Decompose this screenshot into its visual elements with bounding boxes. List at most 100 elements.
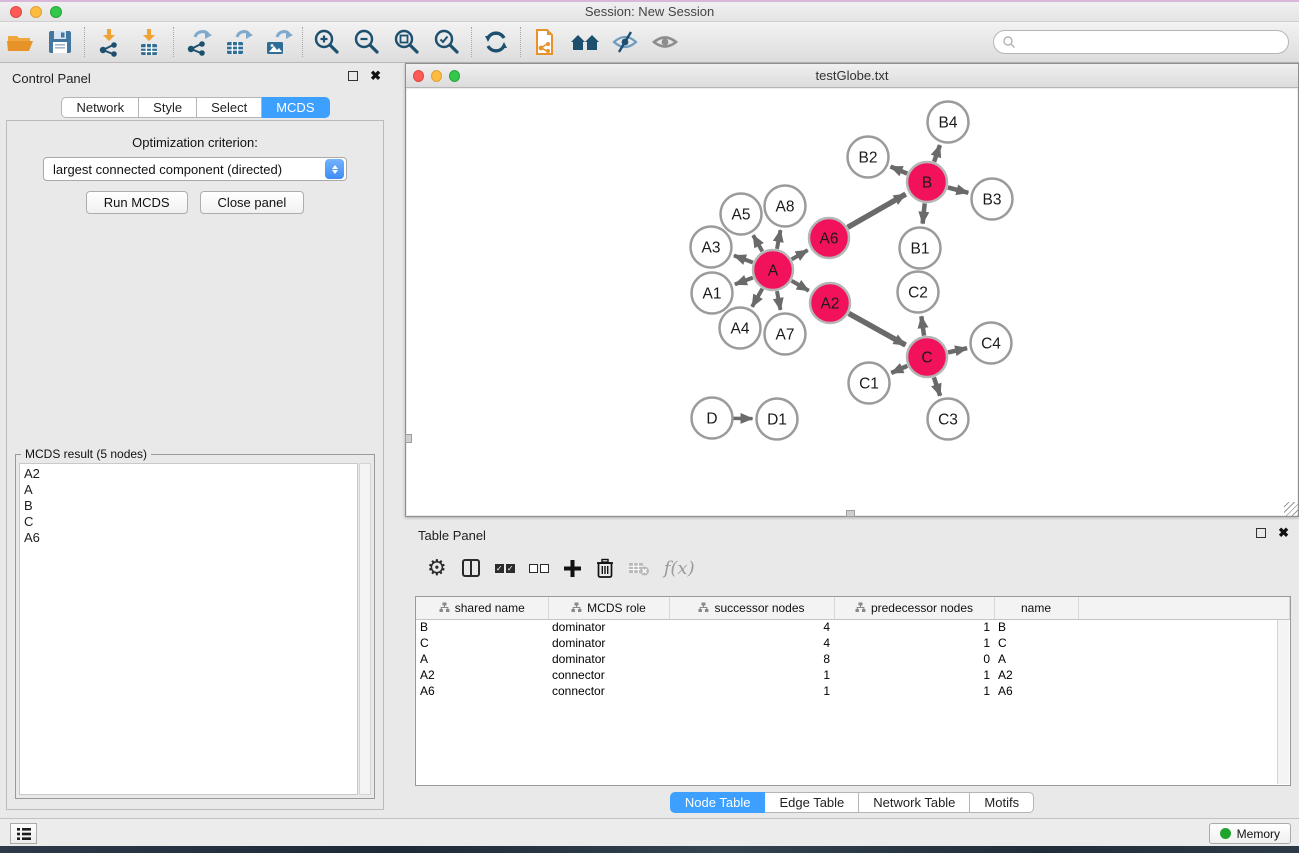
open-file-button[interactable] (0, 24, 40, 60)
tab-network[interactable]: Network (61, 97, 139, 118)
network-minimize-button[interactable] (431, 70, 442, 82)
mcds-result-list[interactable]: A2ABCA6 (19, 463, 358, 795)
table-cell[interactable]: dominator (548, 651, 669, 667)
zoom-out-button[interactable] (347, 24, 387, 60)
zoom-window-button[interactable] (50, 6, 62, 18)
unselect-all-columns-button[interactable] (529, 564, 549, 573)
tab-select[interactable]: Select (197, 97, 262, 118)
graph-edge-A-A1[interactable] (735, 278, 753, 285)
graph-node-D[interactable]: D (692, 398, 733, 439)
graph-edge-A-A3[interactable] (734, 256, 753, 263)
graph-edge-C-C1[interactable] (891, 366, 907, 373)
graph-edge-C-C3[interactable] (934, 377, 940, 395)
graph-edge-A6-B[interactable] (848, 194, 906, 227)
graph-node-A6[interactable]: A6 (809, 218, 849, 258)
mcds-result-item[interactable]: A2 (24, 466, 357, 482)
tab-motifs[interactable]: Motifs (970, 792, 1034, 813)
graph-node-C[interactable]: C (907, 337, 947, 377)
table-cell[interactable]: B (416, 619, 548, 635)
table-row[interactable]: A2connector11A2 (416, 667, 1290, 683)
first-neighbors-button[interactable] (565, 24, 605, 60)
graph-edge-A-A6[interactable] (792, 250, 808, 259)
graph-edge-A-A8[interactable] (777, 230, 781, 249)
refresh-button[interactable] (476, 24, 516, 60)
table-cell[interactable]: 1 (834, 683, 994, 699)
mcds-result-item[interactable]: B (24, 498, 357, 514)
delete-column-button[interactable] (596, 558, 614, 578)
tab-node-table[interactable]: Node Table (670, 792, 766, 813)
window-resize-grip-bottom[interactable] (846, 510, 855, 517)
table-settings-button[interactable]: ⚙ (427, 557, 447, 579)
column-header-shared-name[interactable]: shared name (416, 597, 548, 619)
tab-style[interactable]: Style (139, 97, 197, 118)
table-cell[interactable]: 8 (669, 651, 834, 667)
graph-node-B3[interactable]: B3 (972, 179, 1013, 220)
show-panels-list-button[interactable] (10, 823, 37, 844)
network-window-titlebar[interactable]: testGlobe.txt (406, 64, 1298, 88)
graph-edge-A-A2[interactable] (792, 281, 809, 291)
graph-node-D1[interactable]: D1 (757, 399, 798, 440)
function-builder-button[interactable]: f(x) (664, 558, 695, 579)
hide-selected-button[interactable] (605, 24, 645, 60)
network-canvas[interactable]: A5A8A3AA1A4A7A6A2B2B4BB3B1C2CC4C1C3DD1 (407, 89, 1297, 515)
graph-node-C1[interactable]: C1 (849, 363, 890, 404)
close-table-panel-icon[interactable]: ✖ (1278, 528, 1289, 538)
graph-node-A8[interactable]: A8 (765, 186, 806, 227)
tab-mcds[interactable]: MCDS (262, 97, 329, 118)
show-all-button[interactable] (645, 24, 685, 60)
import-table-button[interactable] (129, 24, 169, 60)
zoom-in-button[interactable] (307, 24, 347, 60)
minimize-window-button[interactable] (30, 6, 42, 18)
table-cell[interactable]: A6 (994, 683, 1078, 699)
float-panel-icon[interactable] (348, 71, 358, 81)
graph-node-B4[interactable]: B4 (928, 102, 969, 143)
table-row[interactable]: Cdominator41C (416, 635, 1290, 651)
mcds-result-item[interactable]: A6 (24, 530, 357, 546)
zoom-selected-button[interactable] (427, 24, 467, 60)
delete-table-button-disabled[interactable] (628, 559, 650, 577)
create-column-button[interactable] (563, 559, 582, 578)
graph-node-A1[interactable]: A1 (692, 273, 733, 314)
float-table-panel-icon[interactable] (1256, 528, 1266, 538)
select-all-columns-button[interactable]: ✓ ✓ (495, 564, 515, 573)
import-network-button[interactable] (89, 24, 129, 60)
mcds-result-item[interactable]: A (24, 482, 357, 498)
graph-edge-B-B1[interactable] (923, 203, 925, 223)
optimization-criterion-dropdown[interactable]: largest connected component (directed) (43, 157, 347, 181)
memory-button[interactable]: Memory (1209, 823, 1291, 844)
table-scrollbar[interactable] (1277, 620, 1289, 784)
table-cell[interactable]: 4 (669, 619, 834, 635)
table-cell[interactable]: C (994, 635, 1078, 651)
graph-node-A[interactable]: A (753, 250, 793, 290)
table-row[interactable]: Adominator80A (416, 651, 1290, 667)
graph-node-B1[interactable]: B1 (900, 228, 941, 269)
save-session-button[interactable] (40, 24, 80, 60)
mcds-list-scrollbar[interactable] (359, 463, 371, 795)
table-cell[interactable]: A (994, 651, 1078, 667)
close-window-button[interactable] (10, 6, 22, 18)
table-cell[interactable]: connector (548, 683, 669, 699)
graph-node-A4[interactable]: A4 (720, 308, 761, 349)
window-resize-grip-corner[interactable] (1284, 502, 1298, 516)
table-cell[interactable]: 1 (669, 683, 834, 699)
graph-edge-A-A4[interactable] (752, 289, 762, 307)
search-input[interactable] (993, 30, 1289, 54)
graph-node-C4[interactable]: C4 (971, 323, 1012, 364)
graph-node-A2[interactable]: A2 (810, 283, 850, 323)
table-cell[interactable]: connector (548, 667, 669, 683)
zoom-fit-button[interactable] (387, 24, 427, 60)
network-close-button[interactable] (413, 70, 424, 82)
table-cell[interactable]: 1 (834, 635, 994, 651)
network-zoom-button[interactable] (449, 70, 460, 82)
close-panel-button[interactable]: Close panel (200, 191, 305, 214)
table-cell[interactable]: 0 (834, 651, 994, 667)
column-header-MCDS-role[interactable]: MCDS role (548, 597, 669, 619)
graph-node-B2[interactable]: B2 (848, 137, 889, 178)
close-panel-icon[interactable]: ✖ (370, 71, 381, 81)
table-cell[interactable]: A2 (416, 667, 548, 683)
graph-edge-B-B4[interactable] (934, 145, 940, 162)
table-row[interactable]: Bdominator41B (416, 619, 1290, 635)
graph-node-C2[interactable]: C2 (898, 272, 939, 313)
clone-network-button[interactable] (525, 24, 565, 60)
graph-edge-A-A7[interactable] (777, 291, 781, 310)
